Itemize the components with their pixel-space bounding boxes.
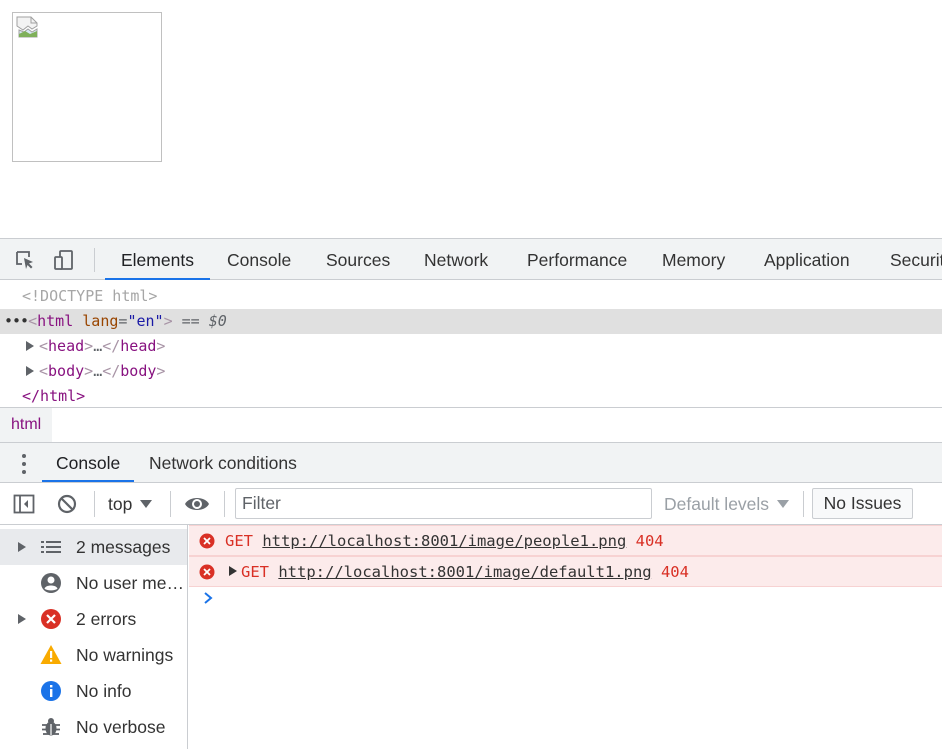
head-tag-name: head bbox=[48, 337, 85, 355]
context-selector-value: top bbox=[108, 494, 133, 514]
tree-body-node[interactable]: <body>…</body> bbox=[0, 359, 942, 384]
request-method: GET bbox=[241, 563, 269, 581]
breadcrumb-item-html[interactable]: html bbox=[0, 408, 53, 442]
tab-console[interactable]: Console bbox=[211, 239, 307, 280]
console-messages: GET http://localhost:8001/image/people1.… bbox=[189, 525, 942, 749]
sidebar-item-user-messages[interactable]: No user messages bbox=[0, 565, 187, 601]
console-error-message[interactable]: GET http://localhost:8001/image/default1… bbox=[189, 556, 942, 587]
expand-message-icon[interactable] bbox=[229, 566, 237, 576]
head-close-tag-name: head bbox=[120, 337, 157, 355]
html-attr-value: "en" bbox=[127, 312, 164, 330]
html-attr-name: lang bbox=[82, 312, 119, 330]
sidebar-item-label: 2 errors bbox=[76, 609, 137, 629]
eye-icon[interactable] bbox=[184, 493, 210, 515]
broken-image bbox=[12, 12, 162, 162]
console-error-message[interactable]: GET http://localhost:8001/image/people1.… bbox=[189, 525, 942, 556]
warning-icon bbox=[40, 645, 62, 664]
filter-input[interactable] bbox=[235, 488, 652, 519]
tab-application[interactable]: Application bbox=[748, 239, 866, 280]
broken-image-icon bbox=[16, 16, 38, 38]
devtools-panel: Elements Console Sources Network Perform… bbox=[0, 238, 942, 749]
console-prompt-icon[interactable] bbox=[202, 589, 216, 607]
status-code: 404 bbox=[635, 532, 664, 550]
sidebar-item-label: No user messages bbox=[76, 573, 184, 593]
tree-html-node[interactable]: •••<html lang="en"> == $0 bbox=[0, 309, 942, 334]
page-viewport bbox=[0, 0, 942, 238]
html-close-tag: </html> bbox=[22, 387, 86, 405]
sidebar-item-label: No warnings bbox=[76, 645, 174, 665]
error-icon bbox=[41, 609, 61, 629]
tree-head-node[interactable]: <head>…</head> bbox=[0, 334, 942, 359]
tab-elements[interactable]: Elements bbox=[105, 239, 210, 280]
list-icon bbox=[41, 541, 61, 553]
toolbar-separator bbox=[94, 248, 95, 272]
request-url-link[interactable]: http://localhost:8001/image/people1.png bbox=[262, 532, 626, 550]
sidebar-item-errors[interactable]: 2 errors bbox=[0, 601, 187, 637]
expand-icon[interactable] bbox=[18, 542, 26, 552]
selected-node-marker: == $0 bbox=[181, 312, 227, 330]
error-icon bbox=[199, 533, 215, 549]
user-icon bbox=[41, 573, 61, 593]
doctype-text: <!DOCTYPE html> bbox=[22, 287, 158, 305]
toolbar-separator bbox=[94, 491, 95, 517]
console-sidebar: 2 messages No user messages 2 errors bbox=[0, 525, 188, 749]
chevron-down-icon bbox=[777, 500, 790, 508]
breadcrumb: html bbox=[0, 407, 942, 443]
toolbar-separator bbox=[803, 491, 804, 517]
head-ellipsis: … bbox=[93, 337, 103, 355]
issues-button[interactable]: No Issues bbox=[812, 488, 913, 519]
html-tag-name: html bbox=[37, 312, 74, 330]
status-code: 404 bbox=[660, 563, 689, 581]
elements-tree: <!DOCTYPE html> •••<html lang="en"> == $… bbox=[0, 280, 942, 408]
tree-doctype[interactable]: <!DOCTYPE html> bbox=[0, 284, 942, 309]
context-selector[interactable]: top bbox=[108, 491, 153, 517]
expand-body-icon[interactable] bbox=[26, 366, 34, 376]
sidebar-item-label: No info bbox=[76, 681, 132, 701]
expand-head-icon[interactable] bbox=[26, 341, 34, 351]
drawer-tab-bar: Console Network conditions bbox=[0, 443, 942, 483]
sidebar-item-label: 2 messages bbox=[76, 537, 171, 557]
toolbar-separator bbox=[224, 491, 225, 517]
console-toolbar: top Default levels No Issues bbox=[0, 483, 942, 525]
drawer-tab-console[interactable]: Console bbox=[42, 443, 135, 482]
devtools-main-toolbar: Elements Console Sources Network Perform… bbox=[0, 238, 942, 280]
chevron-down-icon bbox=[140, 500, 153, 508]
log-levels-dropdown[interactable]: Default levels bbox=[664, 491, 790, 517]
drawer-tab-network-conditions[interactable]: Network conditions bbox=[135, 443, 311, 482]
more-tools-icon[interactable] bbox=[18, 452, 30, 476]
more-actions-dots[interactable]: ••• bbox=[4, 312, 29, 330]
error-icon bbox=[199, 564, 215, 580]
tree-html-close[interactable]: </html> bbox=[0, 384, 942, 409]
tab-sources[interactable]: Sources bbox=[310, 239, 406, 280]
tab-network[interactable]: Network bbox=[408, 239, 504, 280]
expand-icon[interactable] bbox=[18, 614, 26, 624]
toolbar-separator bbox=[170, 491, 171, 517]
body-tag-name: body bbox=[48, 362, 85, 380]
tab-performance[interactable]: Performance bbox=[511, 239, 643, 280]
sidebar-item-label: No verbose bbox=[76, 717, 166, 737]
verbose-icon bbox=[42, 718, 60, 736]
clear-console-icon[interactable] bbox=[56, 493, 78, 515]
info-icon bbox=[41, 681, 61, 701]
tab-security[interactable]: Securit bbox=[874, 239, 942, 280]
body-close-tag-name: body bbox=[120, 362, 157, 380]
device-toolbar-icon[interactable] bbox=[53, 249, 75, 271]
log-levels-label: Default levels bbox=[664, 494, 770, 514]
inspect-element-icon[interactable] bbox=[14, 249, 36, 271]
sidebar-toggle-icon[interactable] bbox=[13, 493, 35, 515]
tab-memory[interactable]: Memory bbox=[646, 239, 741, 280]
sidebar-item-info[interactable]: No info bbox=[0, 673, 187, 709]
request-url-link[interactable]: http://localhost:8001/image/default1.png bbox=[278, 563, 651, 581]
sidebar-item-warnings[interactable]: No warnings bbox=[0, 637, 187, 673]
sidebar-item-messages[interactable]: 2 messages bbox=[0, 529, 187, 565]
request-method: GET bbox=[225, 532, 253, 550]
sidebar-item-verbose[interactable]: No verbose bbox=[0, 709, 187, 745]
body-ellipsis: … bbox=[93, 362, 103, 380]
